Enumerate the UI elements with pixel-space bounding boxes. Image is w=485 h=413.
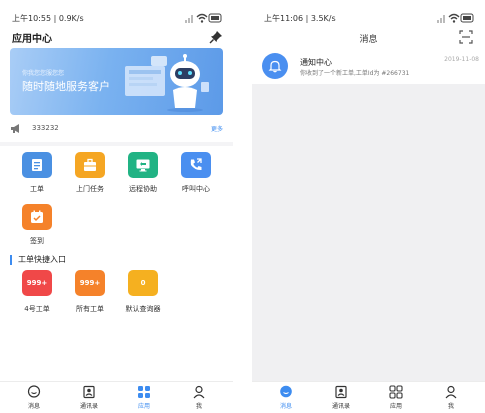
bell-icon <box>268 60 282 73</box>
status-time: 上午11:06 | 3.5K/s <box>264 14 336 23</box>
app-label: 工单 <box>30 185 44 193</box>
tab-contacts[interactable]: 通讯录 <box>321 385 361 410</box>
banner-subtitle: 你我您您服您您 <box>22 70 65 77</box>
battery-icon <box>208 13 222 23</box>
messages-screen: 上午11:06 | 3.5K/s 消息 通知中心 你收到了一个新工单,工单Id为… <box>252 0 485 413</box>
briefcase-icon <box>75 152 105 178</box>
count-badge: 0 <box>128 270 158 296</box>
person-icon <box>445 385 457 399</box>
quick-entry-label: 默认查询器 <box>125 305 161 313</box>
status-icons <box>185 13 222 23</box>
tab-label: 消息 <box>27 403 40 410</box>
scan-icon[interactable] <box>459 30 473 44</box>
status-icons <box>437 13 474 23</box>
tab-bar: 消息 通讯录 应用 我 <box>252 381 485 413</box>
person-icon <box>193 385 205 399</box>
robot-illustration <box>125 54 209 112</box>
apps-icon <box>138 386 150 398</box>
monitor-icon <box>128 152 158 178</box>
quick-entry-all[interactable]: 999+ 所有工单 <box>63 270 117 314</box>
count-badge: 999+ <box>75 270 105 296</box>
app-label: 远程协助 <box>129 185 157 193</box>
more-link[interactable]: 更多 <box>211 124 223 133</box>
document-icon <box>22 152 52 178</box>
message-item[interactable]: 通知中心 你收到了一个新工单,工单Id为 #266731 2019-11-08 <box>252 50 485 83</box>
page-title: 消息 <box>359 35 378 45</box>
app-call-center[interactable]: 呼叫中心 <box>171 152 221 194</box>
tab-bar: 消息 通讯录 应用 我 <box>0 381 233 413</box>
signal-icon <box>437 15 445 23</box>
app-label: 呼叫中心 <box>182 185 210 193</box>
notice-text: 333232 <box>32 124 59 132</box>
tab-messages[interactable]: 消息 <box>266 385 306 410</box>
pin-icon[interactable] <box>209 30 223 44</box>
tab-label: 我 <box>195 403 202 410</box>
apps-icon <box>389 385 403 399</box>
app-work-order[interactable]: 工单 <box>12 152 62 194</box>
chat-icon <box>280 385 292 398</box>
quick-entry-label: 所有工单 <box>76 305 104 313</box>
quick-entry-default-query[interactable]: 0 默认查询器 <box>116 270 170 314</box>
megaphone-icon <box>11 124 19 133</box>
tab-label: 我 <box>447 403 454 410</box>
status-bar: 上午10:55 | 0.9K/s <box>0 0 233 26</box>
status-bar: 上午11:06 | 3.5K/s <box>252 0 485 26</box>
banner-title: 随时随地服务客户 <box>22 80 110 93</box>
tab-label: 通讯录 <box>79 403 98 410</box>
section-divider <box>0 142 233 146</box>
count-badge: 999+ <box>22 270 52 296</box>
checkin-icon <box>22 204 52 230</box>
tab-me[interactable]: 我 <box>179 385 219 410</box>
battery-icon <box>460 13 474 23</box>
tab-apps[interactable]: 应用 <box>124 385 164 410</box>
phone-icon <box>181 152 211 178</box>
tab-me[interactable]: 我 <box>431 385 471 410</box>
quick-entry-title: 工单快捷入口 <box>10 255 66 265</box>
message-date: 2019-11-08 <box>444 56 479 63</box>
app-label: 签到 <box>30 237 44 245</box>
status-time: 上午10:55 | 0.9K/s <box>12 14 84 23</box>
notification-avatar <box>262 53 288 79</box>
app-remote-assist[interactable]: 远程协助 <box>118 152 168 194</box>
message-title: 通知中心 <box>300 58 332 67</box>
app-label: 上门任务 <box>76 185 104 193</box>
wifi-icon <box>448 13 460 23</box>
app-visit-task[interactable]: 上门任务 <box>65 152 115 194</box>
wifi-icon <box>196 13 208 23</box>
contacts-icon <box>83 385 95 399</box>
message-body: 你收到了一个新工单,工单Id为 #266731 <box>300 70 410 77</box>
message-list-empty-area <box>252 84 485 381</box>
quick-entry-no4[interactable]: 999+ 4号工单 <box>10 270 64 314</box>
app-check-in[interactable]: 签到 <box>12 204 62 246</box>
signal-icon <box>185 15 193 23</box>
tab-label: 消息 <box>279 403 292 410</box>
chat-icon <box>27 385 41 398</box>
tab-label: 通讯录 <box>331 403 350 410</box>
tab-apps[interactable]: 应用 <box>376 385 416 410</box>
quick-entry-label: 4号工单 <box>24 305 50 313</box>
page-title: 应用中心 <box>12 34 52 45</box>
app-center-screen: 上午10:55 | 0.9K/s 应用中心 你我您您服您您 随时随地服务客户 3… <box>0 0 233 413</box>
tab-label: 应用 <box>389 403 402 410</box>
contacts-icon <box>335 385 347 399</box>
notice-bar[interactable]: 333232 更多 <box>10 122 223 136</box>
tab-label: 应用 <box>137 403 150 410</box>
tab-contacts[interactable]: 通讯录 <box>69 385 109 410</box>
tab-messages[interactable]: 消息 <box>14 385 54 410</box>
promo-banner[interactable]: 你我您您服您您 随时随地服务客户 <box>10 48 223 115</box>
